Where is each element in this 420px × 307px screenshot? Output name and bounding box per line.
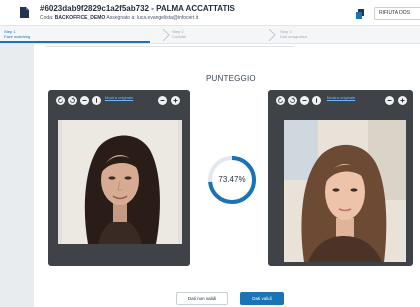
reset-icon xyxy=(96,98,97,103)
reset-button[interactable] xyxy=(92,96,101,105)
selfie-photo-viewer: Mostra originale xyxy=(268,90,413,266)
reset-icon xyxy=(316,98,317,103)
zoom-in-button[interactable] xyxy=(171,96,180,105)
minus-icon xyxy=(302,100,307,101)
progress-stepper: Step 1 Face matching Step 2 Contatti Ste… xyxy=(0,26,420,44)
zoom-out-button[interactable] xyxy=(158,96,167,105)
rotate-left-button[interactable] xyxy=(56,96,65,105)
queue-label: Coda: xyxy=(40,15,54,21)
rotate-left-button[interactable] xyxy=(276,96,285,105)
divider xyxy=(46,46,294,47)
queue-value: BACKOFFICE_DEMO xyxy=(54,15,106,21)
minus-icon xyxy=(160,100,165,101)
rotate-left-icon xyxy=(58,97,63,103)
queue-info: Coda: BACKOFFICE_DEMO Assegnato a: luca.… xyxy=(40,15,198,21)
zoom-out-button[interactable] xyxy=(80,96,89,105)
chevron-right-icon xyxy=(162,28,170,42)
plus-icon xyxy=(173,98,178,103)
rotate-right-icon xyxy=(290,97,295,103)
rotate-right-button[interactable] xyxy=(68,96,77,105)
zoom-in-button[interactable] xyxy=(398,96,407,105)
minus-icon xyxy=(82,100,87,101)
chevron-right-icon xyxy=(268,28,276,42)
step-label: Face matching xyxy=(4,34,31,39)
score-heading: PUNTEGGIO xyxy=(206,74,256,83)
minus-icon xyxy=(387,100,392,101)
step-contatti[interactable]: Step 2 Contatti xyxy=(172,29,186,39)
document-photo-viewer: Mostra originale xyxy=(48,90,190,266)
assignee-label: Assegnato a: xyxy=(106,15,136,21)
valid-data-button[interactable]: Dati validi xyxy=(240,292,284,305)
documents-stack-icon[interactable] xyxy=(356,9,365,19)
document-face-photo xyxy=(58,120,182,244)
refuse-dossier-button[interactable]: RIFIUTA DOS xyxy=(374,7,420,20)
assignee-value: luca.evangelista@infocert.it xyxy=(137,15,199,21)
zoom-out-button[interactable] xyxy=(385,96,394,105)
document-icon xyxy=(20,7,29,18)
show-original-link[interactable]: Mostra originale xyxy=(326,95,356,100)
active-step-indicator xyxy=(0,41,150,43)
reset-button[interactable] xyxy=(312,96,321,105)
rotate-right-icon xyxy=(70,97,75,103)
rotate-left-icon xyxy=(278,97,283,103)
step-dati-anagrafica[interactable]: Step 3 Dati anagrafica xyxy=(280,29,307,39)
selfie-face-photo xyxy=(284,120,406,262)
invalid-data-button[interactable]: Dati non validi xyxy=(176,292,228,305)
step-face-matching[interactable]: Step 1 Face matching xyxy=(4,29,30,39)
plus-icon xyxy=(400,98,405,103)
zoom-out-button[interactable] xyxy=(300,96,309,105)
step-label: Dati anagrafica xyxy=(280,34,307,39)
show-original-link[interactable]: Mostra originale xyxy=(104,95,134,100)
score-value: 73.47% xyxy=(218,175,246,184)
page-title: #6023dab9f2829c1a2f5ab732 - PALMA ACCATT… xyxy=(40,4,235,13)
step-label: Contatti xyxy=(172,34,186,39)
rotate-right-button[interactable] xyxy=(288,96,297,105)
header-bar: #6023dab9f2829c1a2f5ab732 - PALMA ACCATT… xyxy=(0,0,420,26)
